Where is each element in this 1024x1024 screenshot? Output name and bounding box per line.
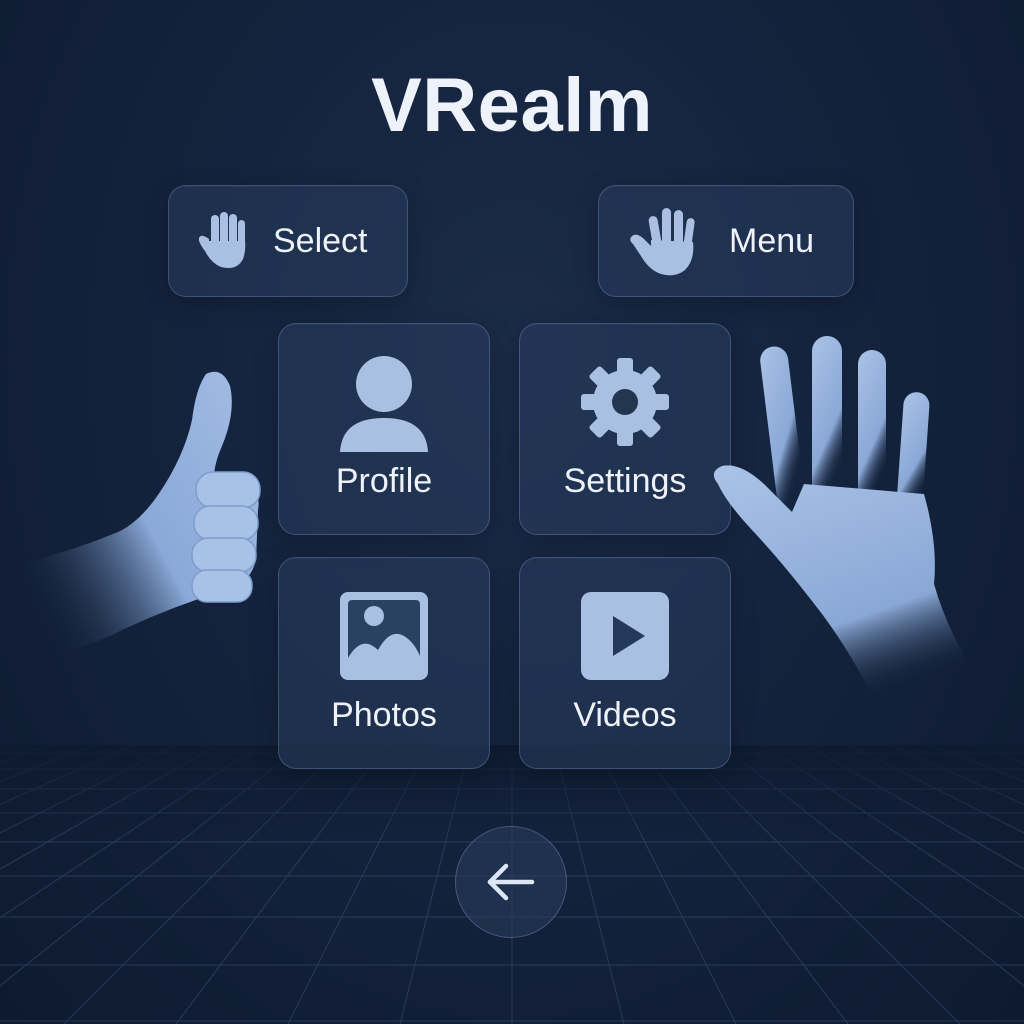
menu-gesture-label: Menu: [729, 221, 815, 260]
menu-gesture-button[interactable]: Menu: [598, 185, 854, 297]
back-button[interactable]: [455, 826, 567, 938]
settings-tile[interactable]: Settings: [519, 323, 731, 535]
profile-tile[interactable]: Profile: [278, 323, 490, 535]
image-icon: [340, 592, 428, 680]
select-gesture-button[interactable]: Select: [168, 185, 408, 297]
thumbs-up-hand: [0, 371, 261, 660]
open-hand-icon: [630, 208, 695, 276]
select-gesture-label: Select: [273, 221, 368, 260]
play-icon: [581, 592, 669, 680]
user-icon: [340, 356, 428, 452]
open-palm-hand: [713, 336, 1002, 714]
photos-label: Photos: [331, 696, 437, 734]
videos-tile[interactable]: Videos: [519, 557, 731, 769]
app-title: VRealm: [371, 63, 653, 148]
vr-scene: VRealm Select Menu Profile Settings Phot…: [0, 0, 1024, 1024]
profile-label: Profile: [335, 462, 433, 500]
hand-select-icon: [198, 212, 246, 268]
arrow-left-icon: [487, 863, 535, 901]
videos-label: Videos: [573, 696, 677, 734]
settings-label: Settings: [563, 462, 687, 500]
photos-tile[interactable]: Photos: [278, 557, 490, 769]
gear-icon: [581, 358, 669, 446]
